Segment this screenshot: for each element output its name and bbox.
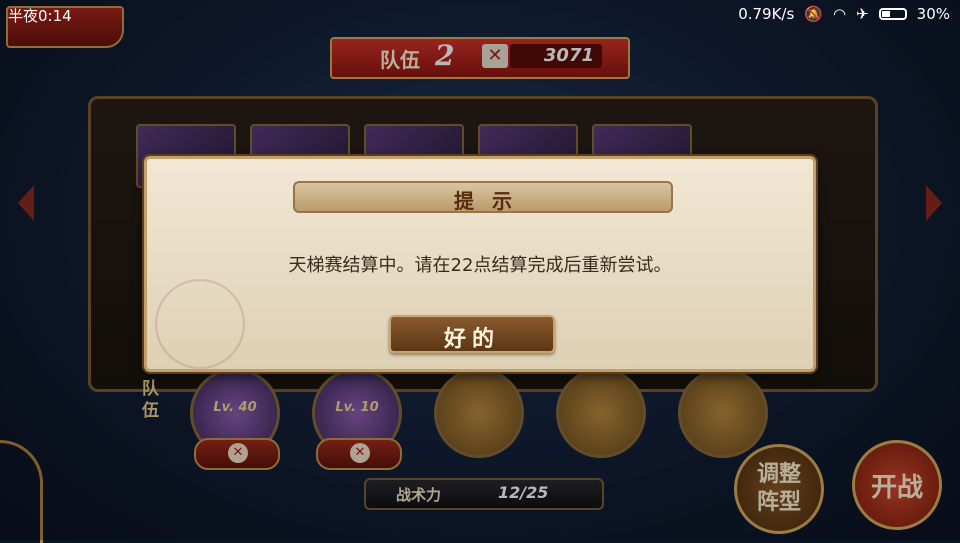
ok-button[interactable]: 好的 (389, 315, 555, 353)
battery-icon (878, 8, 907, 20)
mute-icon: 🔕 (804, 5, 823, 23)
airplane-icon: ✈ (856, 5, 869, 23)
dialog-message: 天梯赛结算中。请在22点结算完成后重新尝试。 (288, 255, 672, 276)
status-bar: 半夜0:14 0.79K/s 🔕 ◠ ✈ 30% (0, 0, 960, 30)
status-right: 0.79K/s 🔕 ◠ ✈ 30% (738, 5, 950, 23)
dialog-title-bar: 提示 (293, 181, 673, 213)
battery-percent: 30% (916, 5, 950, 23)
notice-dialog: 提示 天梯赛结算中。请在22点结算完成后重新尝试。 好的 (144, 156, 816, 372)
magic-circle-watermark-icon (155, 279, 245, 369)
ok-label: 好的 (443, 327, 500, 352)
dialog-title: 提示 (454, 189, 530, 213)
status-time: 半夜0:14 (8, 7, 72, 25)
wifi-icon: ◠ (832, 5, 847, 23)
net-speed: 0.79K/s (738, 5, 795, 23)
